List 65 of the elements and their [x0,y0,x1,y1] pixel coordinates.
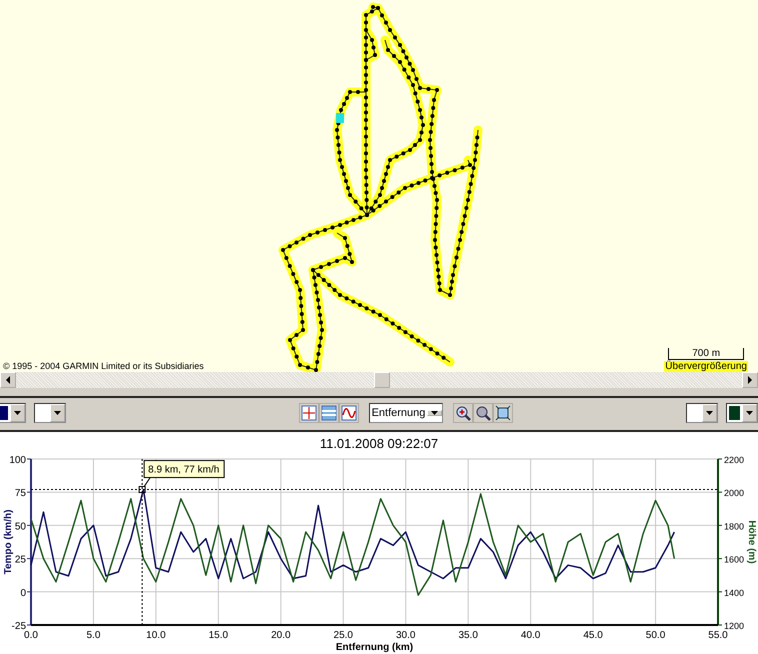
caret-icon [54,411,61,415]
chart-title: 11.01.2008 09:22:07 [320,436,438,451]
map-area[interactable]: © 1995 - 2004 GARMIN Limited or its Subsidiaries 700 m Übervergrößerung [0,0,758,372]
y-tick-label: 2200 [724,455,744,465]
leader-line [144,477,151,488]
color-dropdown[interactable] [0,403,26,423]
copyright-text: © 1995 - 2004 GARMIN Limited or its Subsidiaries [3,361,204,371]
y-tick-label: 50 [14,521,26,532]
left-arrow-icon [5,376,11,384]
scroll-left-button[interactable] [0,372,16,388]
x-tick-label: 40.0 [520,630,540,641]
stripes-icon [320,405,337,421]
y-axis-title: Tempo (km/h) [3,510,14,574]
x-tick-label: 10.0 [146,630,166,641]
y-tick-label: 0 [20,588,26,599]
y-tick-label: 1800 [724,521,744,532]
x-tick-label: 20.0 [271,630,291,641]
x-tick-label: 50.0 [646,630,666,641]
color-dropdown[interactable] [686,403,718,423]
x-tick-label: 0.0 [24,630,38,641]
line-view-button[interactable] [338,403,359,423]
y-tick-label: 25 [14,554,26,566]
zoom-in-icon [455,405,472,421]
zoom-out-button[interactable] [473,403,494,423]
point-marker [138,486,146,494]
x-tick-label: 35.0 [458,630,478,641]
scroll-thumb[interactable] [374,372,390,388]
zoom-in-button[interactable] [453,403,474,423]
y-axis-title: Höhe (m) [746,520,757,564]
y-tick-label: 2000 [724,488,744,498]
zoom-out-icon [475,405,492,421]
x-tick-label: 30.0 [396,630,416,641]
x-tick-label: 15.0 [208,630,228,641]
x-tick-label: 45.0 [583,630,603,641]
caret-icon [746,411,753,415]
y-tick-label: -25 [12,621,26,632]
fit-button[interactable] [493,403,514,423]
x-axis-dropdown[interactable]: Entfernung [368,403,444,423]
scale-bar: 700 m [668,348,744,360]
caret-icon [14,411,21,415]
zoom-note: Übervergrößerung [664,361,748,372]
color-dropdown[interactable] [34,403,66,423]
caret-icon [431,411,438,415]
y-tick-label: 1400 [724,588,744,598]
position-marker-icon [336,113,344,123]
tooltip: 8.9 km, 77 km/h [144,460,225,478]
horizontal-scrollbar[interactable] [0,372,758,388]
crosshair-icon [300,405,317,421]
x-tick-label: 55.0 [708,630,728,641]
right-arrow-icon [747,376,753,384]
fit-frame-icon [495,405,512,421]
fill-view-button[interactable] [318,403,339,423]
color-dropdown[interactable] [726,403,758,423]
caret-icon [706,411,713,415]
annotation: 8.9 km, 77 km/h [148,464,220,476]
y-tick-label: 100 [9,455,26,466]
x-axis-title: Entfernung (km) [336,642,414,653]
scroll-right-button[interactable] [742,372,758,388]
wave-icon [340,405,357,421]
y-tick-label: 1200 [724,621,744,631]
y-tick-label: 1600 [724,554,744,565]
crosshair-button[interactable] [298,403,319,423]
x-tick-label: 5.0 [86,630,100,641]
x-tick-label: 25.0 [334,630,353,641]
y-tick-label: 75 [14,488,26,500]
